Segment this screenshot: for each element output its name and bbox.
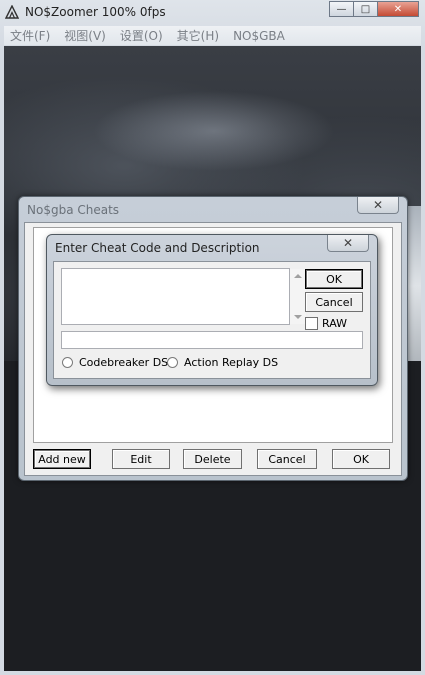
maximize-icon: □ — [360, 3, 371, 15]
codebreaker-radio[interactable] — [62, 357, 73, 368]
cheat-description-input[interactable] — [61, 331, 363, 349]
window-title: NO$Zoomer 100% 0fps — [25, 5, 166, 19]
enter-cheat-dialog-title: Enter Cheat Code and Description — [55, 241, 260, 255]
app-window: NO$Zoomer 100% 0fps — □ ✕ 文件(F) 视图(V) 设置… — [0, 0, 425, 675]
window-titlebar[interactable]: NO$Zoomer 100% 0fps — □ ✕ — [0, 0, 425, 26]
minimize-button[interactable]: — — [329, 1, 354, 17]
close-button[interactable]: ✕ — [377, 1, 419, 17]
enter-cheat-dialog-body: OK Cancel RAW Codebreaker DS Action Repl… — [53, 261, 371, 379]
cancel-label: Cancel — [268, 452, 306, 466]
enter-ok-label: OK — [326, 272, 342, 286]
close-icon: ✕ — [372, 198, 384, 212]
menu-settings[interactable]: 设置(O) — [113, 27, 170, 44]
cheats-close-button[interactable]: ✕ — [357, 197, 399, 214]
cheats-dialog-title: No$gba Cheats — [27, 203, 120, 217]
enter-cheat-close-button[interactable]: ✕ — [327, 235, 369, 252]
menu-file[interactable]: 文件(F) — [4, 27, 57, 44]
raw-label: RAW — [322, 317, 347, 330]
menu-view[interactable]: 视图(V) — [57, 27, 113, 44]
enter-cancel-button[interactable]: Cancel — [305, 292, 363, 312]
minimize-icon: — — [336, 3, 347, 15]
window-controls: — □ ✕ — [329, 1, 419, 18]
close-icon: ✕ — [393, 3, 403, 15]
cheat-code-textarea[interactable] — [61, 268, 290, 325]
edit-label: Edit — [130, 452, 152, 466]
nocash-logo-icon — [5, 5, 19, 19]
codebreaker-label: Codebreaker DS — [79, 356, 169, 369]
delete-button[interactable]: Delete — [183, 449, 242, 469]
enter-cancel-label: Cancel — [315, 295, 353, 309]
enter-ok-button[interactable]: OK — [305, 269, 363, 289]
menu-other[interactable]: 其它(H) — [170, 27, 226, 44]
menu-nosgba[interactable]: NO$GBA — [226, 29, 292, 43]
scroll-down-icon[interactable] — [294, 315, 302, 319]
add-new-button[interactable]: Add new — [33, 449, 91, 469]
ok-label: OK — [353, 452, 369, 466]
maximize-button[interactable]: □ — [353, 1, 378, 17]
close-icon: ✕ — [342, 236, 354, 250]
enter-cheat-dialog: Enter Cheat Code and Description ✕ OK Ca… — [46, 234, 378, 386]
scroll-up-icon[interactable] — [294, 274, 302, 278]
edit-button[interactable]: Edit — [112, 449, 170, 469]
delete-label: Delete — [194, 452, 231, 466]
ok-button[interactable]: OK — [332, 449, 390, 469]
cheats-button-row: Add new Edit Delete Cancel OK — [33, 449, 395, 469]
action-replay-radio[interactable] — [167, 357, 178, 368]
add-new-label: Add new — [38, 452, 86, 466]
action-replay-label: Action Replay DS — [184, 356, 279, 369]
code-scrollbar[interactable] — [290, 269, 306, 324]
menu-bar: 文件(F) 视图(V) 设置(O) 其它(H) NO$GBA — [4, 26, 421, 45]
raw-checkbox[interactable] — [305, 317, 318, 330]
cancel-button[interactable]: Cancel — [257, 449, 317, 469]
